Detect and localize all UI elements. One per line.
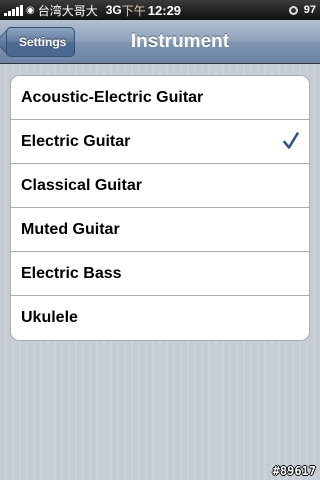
clock-ampm: 下午: [121, 3, 146, 18]
instrument-label: Ukulele: [21, 309, 78, 326]
network-type: 3G: [105, 3, 122, 17]
status-bar: ◉ 台湾大哥大 3G 下午 12:29 97: [0, 0, 320, 20]
alarm-icon: [288, 5, 298, 15]
instrument-row[interactable]: Acoustic-Electric Guitar: [11, 76, 309, 120]
watermark: #89617: [272, 464, 316, 478]
instrument-row[interactable]: Muted Guitar: [11, 208, 309, 252]
instrument-row[interactable]: Electric Bass: [11, 252, 309, 296]
wifi-icon: ◉: [26, 4, 35, 16]
instrument-label: Electric Bass: [21, 264, 122, 282]
checkmark-icon: [283, 132, 299, 149]
instrument-row[interactable]: Classical Guitar: [11, 164, 309, 208]
navigation-bar: Settings Instrument: [0, 20, 320, 64]
battery-percent: 97: [303, 4, 316, 16]
back-button[interactable]: Settings: [6, 27, 76, 57]
carrier-name: 台湾大哥大: [37, 3, 98, 18]
signal-icon: [4, 4, 23, 16]
instrument-label: Electric Guitar: [21, 132, 131, 150]
status-right: 97: [288, 4, 316, 16]
instrument-list: Acoustic-Electric Guitar Electric Guitar C…: [10, 75, 310, 341]
instrument-row[interactable]: Ukulele: [11, 296, 309, 340]
page-title: Instrument: [130, 31, 230, 52]
clock-time: 12:29: [147, 2, 182, 18]
instrument-row[interactable]: Electric Guitar: [11, 120, 309, 164]
instrument-label: Classical Guitar: [21, 176, 142, 194]
instrument-label: Muted Guitar: [21, 220, 120, 238]
clock: 下午 12:29: [122, 2, 181, 19]
instrument-label: Acoustic-Electric Guitar: [21, 88, 204, 106]
